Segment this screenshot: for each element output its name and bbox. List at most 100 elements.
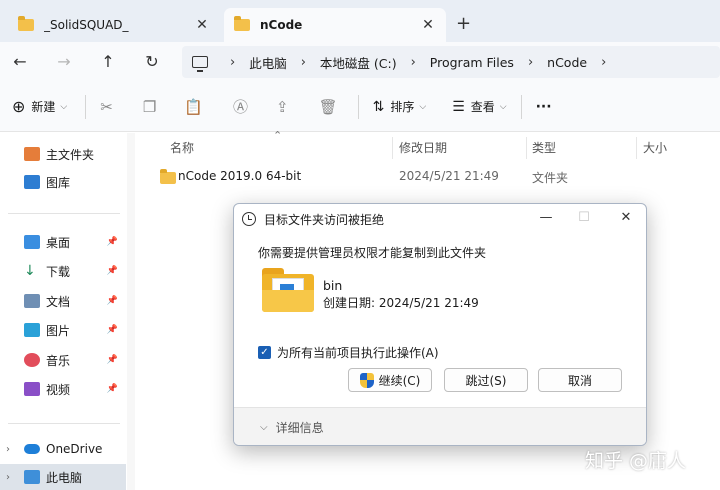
skip-button[interactable]: 跳过(S) [444,368,528,392]
cancel-button[interactable]: 取消 [538,368,622,392]
cloud-icon [24,444,40,454]
column-divider[interactable] [526,137,527,159]
dialog-message: 你需要提供管理员权限才能复制到此文件夹 [258,246,487,260]
cancel-label: 取消 [567,373,592,388]
music-icon [24,353,40,367]
sidebar-item-pictures[interactable]: 图片 📌 [0,317,126,343]
sidebar-scrollbar[interactable] [127,133,135,490]
sidebar-item-onedrive[interactable]: › OneDrive [0,436,126,462]
computer-icon [192,56,208,72]
breadcrumb-program-files[interactable]: Program Files [430,55,514,70]
details-label: 详细信息 [275,421,324,435]
new-label: 新建 [31,100,56,114]
desktop-icon [24,235,40,249]
row-name: nCode 2019.0 64-bit [178,169,302,183]
close-icon[interactable]: ✕ [606,204,646,232]
up-arrow-icon[interactable]: ↑ [96,50,120,74]
view-lines-icon: ☰ [452,98,465,115]
chevron-right-icon[interactable]: › [301,55,306,70]
apply-all-checkbox-row[interactable]: ✓ 为所有当前项目执行此操作(A) [258,344,439,361]
sidebar-item-music[interactable]: 音乐 📌 [0,347,126,373]
details-toggle[interactable]: ⌵ 详细信息 [234,407,646,445]
share-icon[interactable]: ⇪ [276,98,289,116]
pin-icon: 📌 [106,325,118,335]
sidebar-item-home[interactable]: 主文件夹 [0,141,126,167]
sidebar-item-this-pc[interactable]: › 此电脑 [0,464,126,490]
column-header-modified[interactable]: 修改日期 [399,139,447,156]
column-divider[interactable] [392,137,393,159]
sidebar-item-downloads[interactable]: ↓ 下载 📌 [0,258,126,284]
pin-icon: 📌 [106,355,118,365]
breadcrumb-this-pc[interactable]: 此电脑 [249,53,287,72]
sidebar-item-desktop[interactable]: 桌面 📌 [0,229,126,255]
folder-icon [262,268,314,312]
chevron-right-icon[interactable]: › [601,55,606,70]
pin-icon: 📌 [106,296,118,306]
back-arrow-icon[interactable]: ← [8,50,32,74]
chevron-right-icon[interactable]: › [411,55,416,70]
tab-ncode[interactable]: nCode ✕ [224,8,446,42]
view-button[interactable]: ☰ 查看 ⌵ [452,98,506,115]
chevron-down-icon: ⌵ [60,101,68,112]
new-tab-button[interactable]: + [456,13,471,34]
breadcrumb-ncode[interactable]: nCode [547,55,587,70]
apply-all-checkbox[interactable]: ✓ [258,346,271,359]
continue-button[interactable]: 继续(C) [348,368,432,392]
sidebar-item-label: 图库 [46,175,71,190]
tab-solidsquad[interactable]: _SolidSQUAD_ ✕ [8,8,220,42]
sort-ascending-icon: ⌃ [273,129,283,142]
copy-icon[interactable]: ❐ [143,98,156,116]
sort-label: 排序 [390,100,415,114]
sidebar-item-label: 此电脑 [46,470,83,485]
row-type: 文件夹 [532,171,569,185]
clock-icon [242,212,256,226]
refresh-icon[interactable]: ↻ [140,50,164,74]
maximize-icon[interactable]: ☐ [564,204,604,232]
column-header-name[interactable]: 名称 [170,139,194,156]
address-row: ← → ↑ ↻ › 此电脑 › 本地磁盘 (C:) › Program File… [0,42,720,82]
chevron-down-icon: ⌵ [499,101,507,112]
minimize-icon[interactable]: — [526,204,566,232]
column-header-size[interactable]: 大小 [643,139,667,156]
video-icon [24,382,40,396]
row-modified: 2024/5/21 21:49 [399,169,499,183]
apply-all-label: 为所有当前项目执行此操作(A) [277,346,439,360]
paste-icon[interactable]: 📋 [184,98,203,116]
chevron-right-icon[interactable]: › [6,472,10,483]
sidebar-item-label: 图片 [46,323,71,338]
sidebar-divider [8,213,120,214]
divider [85,94,87,119]
pin-icon: 📌 [106,266,118,276]
folder-icon [18,16,34,31]
skip-label: 跳过(S) [465,373,507,388]
close-icon[interactable]: ✕ [420,17,436,33]
view-label: 查看 [470,100,495,114]
dialog-title: 目标文件夹访问被拒绝 [264,212,385,227]
sidebar-item-videos[interactable]: 视频 📌 [0,376,126,402]
cut-icon[interactable]: ✂ [100,98,113,116]
chevron-right-icon[interactable]: › [528,55,533,70]
column-header-type[interactable]: 类型 [532,139,556,156]
sidebar-item-label: 主文件夹 [46,147,95,162]
breadcrumb-local-disk[interactable]: 本地磁盘 (C:) [320,53,397,72]
sort-button[interactable]: ⇅ 排序 ⌵ [373,98,427,115]
address-bar[interactable]: › 此电脑 › 本地磁盘 (C:) › Program Files › nCod… [182,46,720,78]
sidebar-item-documents[interactable]: 文档 📌 [0,288,126,314]
tab-label: nCode [260,18,303,32]
close-icon[interactable]: ✕ [194,17,210,33]
chevron-right-icon[interactable]: › [230,55,235,70]
home-icon [24,147,40,161]
column-divider[interactable] [636,137,637,159]
tab-strip: _SolidSQUAD_ ✕ nCode ✕ + [0,0,720,42]
more-options-button[interactable]: ··· [536,99,552,115]
sidebar-item-label: 音乐 [46,353,71,368]
rename-icon[interactable]: Ⓐ [233,96,248,117]
chevron-right-icon[interactable]: › [6,444,10,455]
divider [357,94,359,119]
forward-arrow-icon[interactable]: → [52,50,76,74]
sidebar-item-gallery[interactable]: 图库 [0,169,126,195]
watermark: 知乎 @庸人 [585,450,687,472]
navigation-pane: 主文件夹 图库 桌面 📌 ↓ 下载 📌 文档 📌 图片 📌 音乐 📌 视频 📌 … [0,133,126,490]
delete-icon[interactable]: 🗑 [319,98,338,116]
new-button[interactable]: ⊕ 新建 ⌵ [12,97,67,116]
